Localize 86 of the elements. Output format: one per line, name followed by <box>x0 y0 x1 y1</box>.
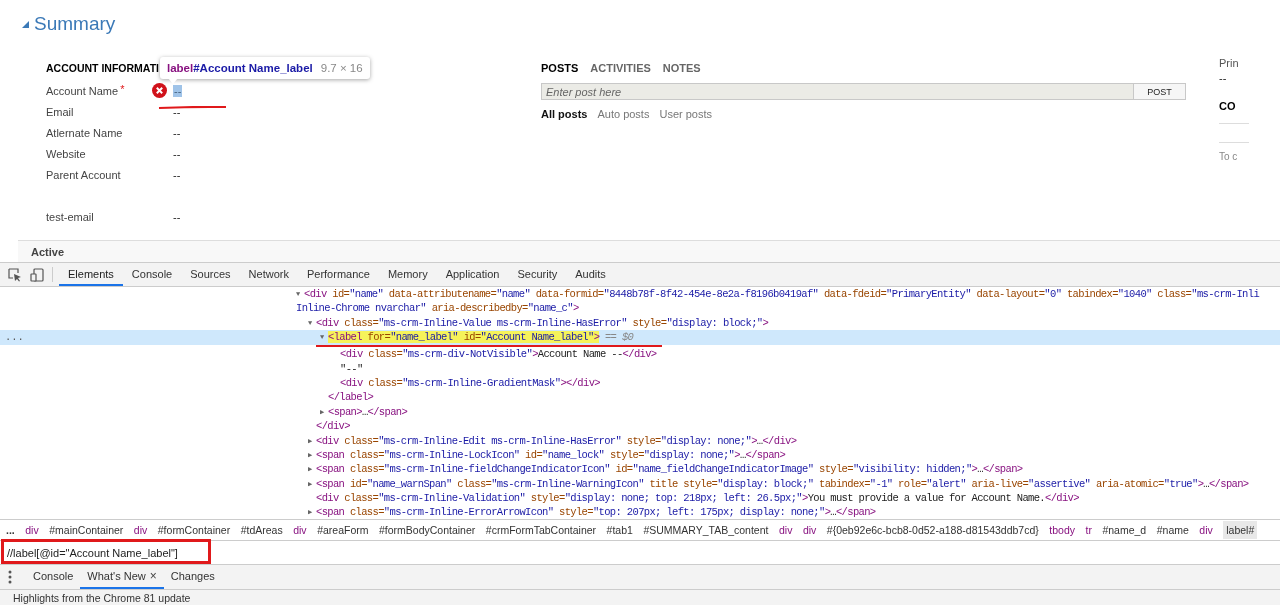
breadcrumb-item[interactable]: tr <box>1085 524 1092 536</box>
info-text: To c <box>1219 151 1239 162</box>
field-value[interactable]: -- <box>173 84 183 97</box>
drawer-tab[interactable]: Changes <box>163 565 222 589</box>
posts-filter-link[interactable]: Auto posts <box>597 108 650 120</box>
pane-tab[interactable]: NOTES <box>662 62 701 80</box>
code-line: <span id="name_warnSpan" class="ms-crm-Inline-WarningIcon" title style="display: block;" tabindex="-1" role="alert" aria-live="assertive" aria-atomic="true">…</span> <box>316 476 1249 492</box>
devtools-tab[interactable]: Elements <box>59 263 123 286</box>
posts-filter-link[interactable]: User posts <box>659 108 712 120</box>
breadcrumb-item[interactable]: #formBodyContainer <box>379 524 476 536</box>
devtools-tab[interactable]: Application <box>436 263 509 286</box>
field-value[interactable]: -- <box>172 147 182 160</box>
posts-filter-link[interactable]: All posts <box>541 108 588 120</box>
breadcrumb-item[interactable]: tbody <box>1049 524 1075 536</box>
search-field[interactable]: //label[@id="Account Name_label"] <box>0 546 1280 559</box>
breadcrumb-item[interactable]: label# <box>1223 521 1258 539</box>
annotation-underline <box>158 106 227 109</box>
field-value[interactable]: -- <box>172 168 182 181</box>
code-line: <span class="ms-crm-Inline-LockIcon" id="name_lock" style="display: none;">…</span> <box>316 447 786 463</box>
devtools-tab[interactable]: Console <box>122 263 182 286</box>
status-bar: Active <box>18 240 1280 262</box>
field-label: Prin <box>1219 57 1240 69</box>
code-line: <div class="ms-crm-Inline-GradientMask"></div> <box>340 375 600 391</box>
devtools-tab[interactable]: Network <box>239 263 298 286</box>
breadcrumb-item[interactable]: #name_d <box>1102 524 1147 536</box>
breadcrumb-item[interactable]: div <box>802 524 817 536</box>
drawer-text: Highlights from the Chrome 81 update <box>0 590 1280 605</box>
breadcrumb-item[interactable]: #{0eb92e6c-bcb8-0d52-a188-d81543ddb7cd} <box>826 524 1039 536</box>
more-options-mark[interactable]: ... <box>0 330 24 345</box>
code-line: </div> <box>316 419 350 434</box>
code-line: <span>…</span> <box>328 404 408 420</box>
code-line: <span class="ms-crm-Inline-fieldChangeIndicatorIcon" id="name_fieldChangeIndicatorImage" style="visibility: hidden;">…</span> <box>316 462 1023 477</box>
breadcrumb-item[interactable]: #tdAreas <box>240 524 283 536</box>
device-toolbar-icon[interactable] <box>30 267 44 282</box>
code-line: Inline-Chrome nvarchar" aria-describedby="name_c"> <box>296 301 579 316</box>
field-label: Account Name <box>46 84 119 97</box>
code-line: <span class="ms-crm-Inline-ErrorArrowIcon" style="top: 207px; left: 175px; display: none;">…</span> <box>316 505 876 519</box>
breadcrumb-item[interactable]: #SUMMARY_TAB_content <box>643 524 769 536</box>
field-label: test-email <box>46 211 94 223</box>
post-button[interactable]: POST <box>1134 83 1186 100</box>
devtools-tab[interactable]: Audits <box>566 263 615 286</box>
breadcrumb-item[interactable]: #areaForm <box>317 524 369 536</box>
breadcrumb-item[interactable]: #mainContainer <box>49 524 124 536</box>
breadcrumb-item[interactable]: div <box>778 524 793 536</box>
devtools-tab[interactable]: Security <box>508 263 567 286</box>
field-value[interactable]: -- <box>172 105 182 118</box>
required-mark: * <box>120 84 125 93</box>
section-heading: ACCOUNT INFORMATI <box>46 62 159 76</box>
close-tab-button[interactable]: × <box>149 569 157 583</box>
field-value[interactable]: -- <box>172 126 182 139</box>
field-value[interactable]: -- <box>172 211 182 223</box>
code-line: <div class="ms-crm-Inline-Value ms-crm-Inline-HasError" style="display: block;"> <box>316 315 769 331</box>
devtools-tab[interactable]: Sources <box>181 263 240 286</box>
breadcrumb-item[interactable]: #formContainer <box>157 524 231 536</box>
pane-tab[interactable]: POSTS <box>541 62 579 80</box>
element-selector-label: label#Account Name_label <box>167 62 313 74</box>
field-label: Website <box>46 147 86 160</box>
drawer-tab[interactable]: Console <box>26 565 81 589</box>
collapse-triangle-icon[interactable] <box>22 20 29 28</box>
element-size-label: 9.7 × 16 <box>320 62 363 74</box>
breadcrumb-item[interactable]: div <box>293 524 307 536</box>
breadcrumb-item[interactable]: div <box>1199 524 1213 536</box>
breadcrumb-item[interactable]: #crmFormTabContainer <box>485 524 597 536</box>
code-line: <div id="name" data-attributename="name" data-formid="8448b78f-8f42-454e-8e2a-f8196b0419af" data-fdeid="PrimaryEntity" data-layout="0" tabindex="1040" class="ms-crm-Inli <box>304 287 1260 302</box>
section-title: Summary <box>34 13 116 35</box>
devtools-tab[interactable]: Memory <box>378 263 437 286</box>
field-label: Atlernate Name <box>46 126 123 139</box>
breadcrumb-item[interactable]: ... <box>6 524 15 536</box>
field-label: Parent Account <box>46 168 121 181</box>
code-line: <div class="ms-crm-Inline-Validation" style="display: none; top: 218px; left: 26.5px;">You must provide a value for Account Name.</div> <box>316 491 1079 506</box>
menu-icon[interactable] <box>8 570 12 584</box>
breadcrumb-item[interactable]: div <box>25 524 39 536</box>
code-line: "--" <box>340 361 363 376</box>
devtools-tab[interactable]: Performance <box>297 263 379 286</box>
section-heading: CO <box>1219 100 1249 124</box>
inspect-element-icon[interactable] <box>8 267 22 282</box>
code-line: <div class="ms-crm-Inline-Edit ms-crm-Inline-HasError" style="display: none;">…</div> <box>316 433 797 448</box>
breadcrumb-item[interactable]: div <box>133 524 148 536</box>
post-input-field[interactable]: Enter post here <box>541 83 1134 100</box>
breadcrumb-item[interactable]: #name <box>1156 524 1189 536</box>
breadcrumb-item[interactable]: #tab1 <box>606 524 633 536</box>
field-value: -- <box>1219 72 1228 84</box>
field-label: Email <box>46 105 74 118</box>
pane-tab[interactable]: ACTIVITIES <box>590 62 651 80</box>
code-line: </label> <box>328 390 374 405</box>
code-line: <div class="ms-crm-div-NotVisible">Account Name --</div> <box>340 347 657 362</box>
